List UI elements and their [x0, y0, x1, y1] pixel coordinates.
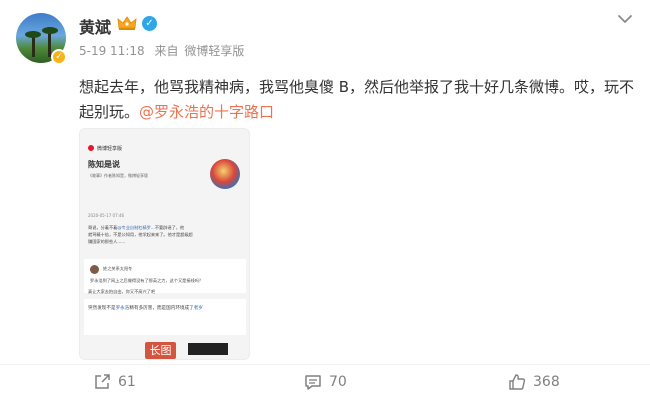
repost-count: 61	[118, 374, 136, 390]
thumb-comment2: 真让大家去拍自由，你又不高兴了吧	[88, 289, 156, 294]
verified-badge-icon: ✓	[51, 49, 67, 65]
thumb-text-line1-rest: 不要辟谣了，他	[154, 225, 185, 230]
chevron-down-icon[interactable]	[616, 12, 634, 26]
thumb-app-name: 微博轻享版	[97, 146, 123, 152]
avatar-palm-frond	[25, 31, 41, 38]
thumb-comment-card: 姓之关系太阳冬 罗永浩到了网上之后做得没有了那英之力，这个又是接线吗？	[84, 259, 246, 293]
post-source[interactable]: 微博轻享版	[184, 44, 244, 58]
thumb-reply: 突然发现不是罗永浩精有多厉害，而是国内环境成了者岁	[88, 305, 240, 312]
thumb-reply-text: 突然发现不是	[88, 306, 116, 311]
thumb-reply-card: 突然发现不是罗永浩精有多厉害，而是国内环境成了者岁	[84, 299, 246, 335]
thumb-reply-link: 罗永浩	[115, 306, 130, 311]
post-meta: 5-19 11:18 来自 微博轻享版	[79, 42, 250, 59]
comment-count: 70	[329, 374, 347, 390]
thumb-comment-user: 姓之关系太阳冬	[103, 266, 133, 271]
comment-icon	[305, 375, 321, 390]
comment-button[interactable]: 70	[304, 372, 347, 392]
like-button[interactable]: 368	[508, 372, 560, 392]
author-name[interactable]: 黄斌	[79, 14, 111, 38]
post-time[interactable]: 5-19 11:18	[79, 44, 145, 58]
thumb-reply-rest: 精有多厉害，而是国内环境成了	[129, 306, 194, 311]
post-image[interactable]: 微博轻享版 陈知是说 《故事》作者陈知是，微博轻享版 2020-05-17 07…	[79, 128, 250, 360]
avatar-palm-frond	[42, 27, 58, 34]
thumb-text-line: 哥说，分着不着@专业自制杠精罗...不要辟谣了，他	[88, 225, 240, 231]
thumb-link: @专业自制杠精罗...	[117, 225, 155, 230]
verified-icon[interactable]: ✓	[142, 16, 157, 31]
thumb-reply-tail: 者岁	[193, 306, 203, 311]
thumb-dark-block	[188, 343, 228, 355]
post-text: 想起去年，他骂我精神病，我骂他臭傻 B，然后他举报了我十好几条微博。哎，玩不起别…	[79, 75, 639, 125]
source-prefix: 来自	[154, 44, 179, 58]
mention-link[interactable]: @罗永浩的十字路口	[139, 103, 274, 121]
thumb-user-name: 陈知是说	[88, 160, 120, 169]
like-icon	[509, 374, 526, 390]
thumb-date: 2020-05-17 07:46	[88, 213, 125, 218]
thumb-comment-text: 罗永浩到了网上之后做得没有了那英之力，这个又是接线吗？	[90, 278, 204, 283]
thumb-text-line2: 就骂精十倍，不是公知用，他学起来来了。他才是超级超	[88, 232, 193, 237]
repost-icon	[95, 374, 110, 389]
weibo-logo-icon	[88, 145, 94, 151]
like-count: 368	[533, 374, 560, 390]
thumb-comment-avatar	[90, 265, 99, 274]
long-image-badge: 长图	[145, 342, 176, 359]
divider	[0, 364, 650, 365]
crown-icon[interactable]	[117, 15, 137, 31]
thumb-avatar	[210, 159, 240, 189]
thumb-text-line1: 哥说，分着不着	[88, 225, 118, 230]
thumb-text-line3: 赚国家的那些人......	[88, 239, 126, 244]
repost-button[interactable]: 61	[93, 372, 136, 392]
thumb-user-desc: 《故事》作者陈知是，微博轻享版	[88, 173, 148, 178]
